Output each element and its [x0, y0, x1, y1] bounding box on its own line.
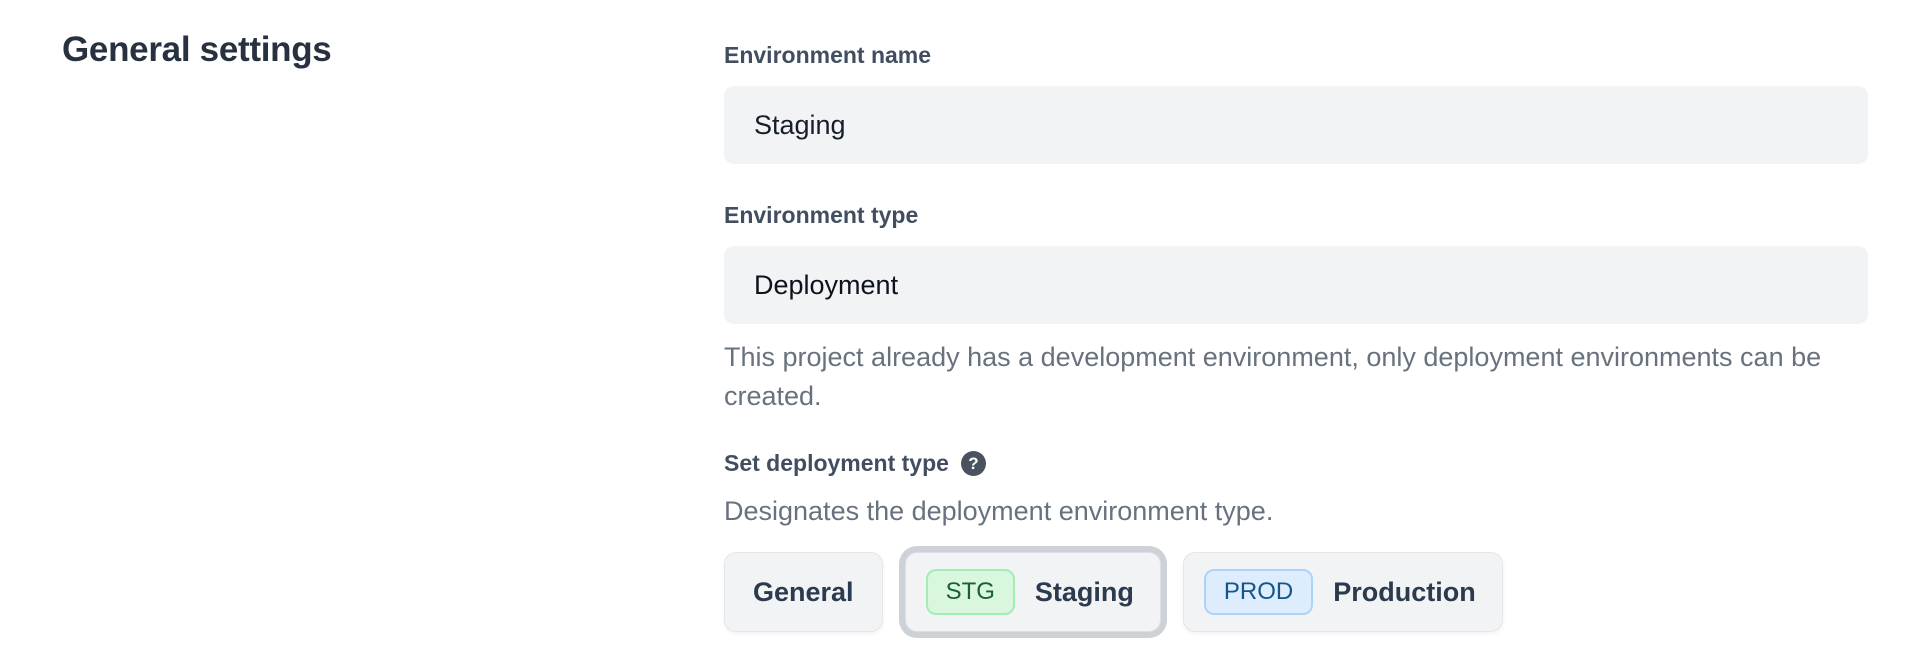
page-title: General settings [62, 30, 331, 70]
environment-type-input[interactable] [724, 246, 1868, 324]
deployment-type-options: General STG Staging PROD Production [724, 552, 1868, 632]
environment-name-label: Environment name [724, 42, 1868, 68]
production-option-label: Production [1333, 577, 1476, 608]
set-deployment-type-label-row: Set deployment type ? [724, 450, 1868, 476]
environment-name-input[interactable] [724, 86, 1868, 164]
environment-type-help-text: This project already has a development e… [724, 338, 1839, 416]
set-deployment-type-label: Set deployment type [724, 450, 949, 476]
prod-badge: PROD [1204, 569, 1313, 616]
staging-option-label: Staging [1035, 577, 1134, 608]
question-mark-help-icon[interactable]: ? [961, 451, 986, 476]
environment-type-label: Environment type [724, 202, 1868, 228]
stg-badge: STG [926, 569, 1015, 616]
deployment-type-option-staging[interactable]: STG Staging [905, 552, 1161, 632]
deployment-type-description: Designates the deployment environment ty… [724, 494, 1868, 528]
deployment-type-option-production[interactable]: PROD Production [1183, 552, 1503, 632]
deployment-type-option-general[interactable]: General [724, 552, 883, 632]
general-option-label: General [753, 577, 854, 608]
general-settings-form: Environment name Environment type This p… [724, 42, 1868, 632]
